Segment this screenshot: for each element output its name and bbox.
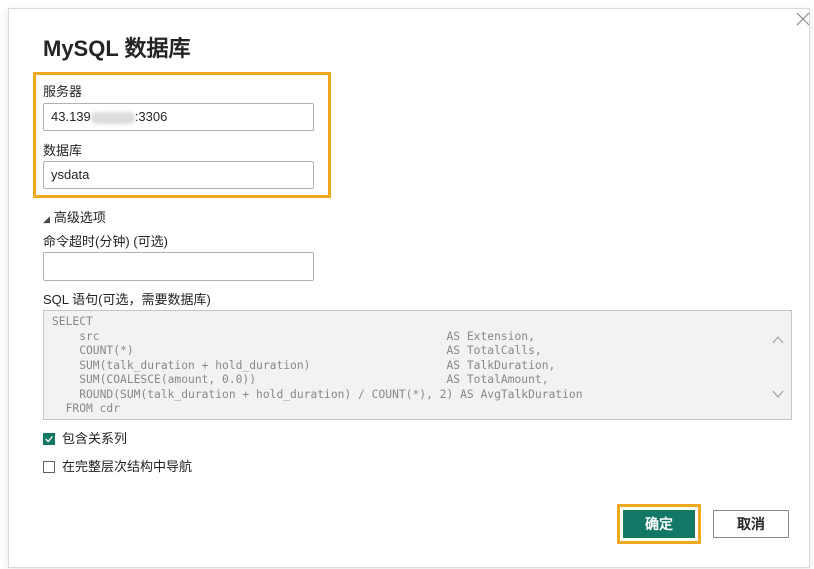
server-value-prefix: 43.139 <box>51 109 91 124</box>
timeout-input[interactable] <box>43 252 314 281</box>
cancel-button[interactable]: 取消 <box>713 510 789 538</box>
advanced-options-label: 高级选项 <box>53 210 106 225</box>
navigate-hierarchy-option[interactable]: 在完整层次结构中导航 <box>43 456 192 475</box>
dialog-title: MySQL 数据库 <box>43 36 191 61</box>
server-input[interactable]: 43.139 :3306 <box>43 103 314 131</box>
close-icon[interactable] <box>796 12 810 26</box>
chevron-down-icon[interactable] <box>771 387 785 401</box>
sql-statement-text: SELECT src AS Extension, COUNT(*) AS Tot… <box>52 315 583 415</box>
navigate-hierarchy-label: 在完整层次结构中导航 <box>62 459 193 474</box>
database-input[interactable]: ysdata <box>43 161 314 189</box>
server-value-suffix: :3306 <box>134 109 168 124</box>
redacted-ip-segment <box>90 111 135 124</box>
sql-statement-textarea[interactable]: SELECT src AS Extension, COUNT(*) AS Tot… <box>43 310 792 420</box>
database-value: ysdata <box>51 167 90 182</box>
chevron-up-icon[interactable] <box>771 333 785 347</box>
database-label: 数据库 <box>43 143 83 158</box>
navigate-hierarchy-checkbox[interactable] <box>43 461 55 473</box>
check-icon <box>45 436 53 443</box>
include-relations-checkbox[interactable] <box>43 433 55 445</box>
include-relations-option[interactable]: 包含关系列 <box>43 428 127 447</box>
server-label: 服务器 <box>43 84 83 99</box>
advanced-options-toggle[interactable]: ◢ 高级选项 <box>43 207 106 226</box>
ok-button[interactable]: 确定 <box>623 510 695 538</box>
triangle-down-icon: ◢ <box>43 214 50 224</box>
sql-label: SQL 语句(可选，需要数据库) <box>43 292 211 307</box>
timeout-label: 命令超时(分钟) (可选) <box>43 234 168 249</box>
include-relations-label: 包含关系列 <box>62 431 128 446</box>
